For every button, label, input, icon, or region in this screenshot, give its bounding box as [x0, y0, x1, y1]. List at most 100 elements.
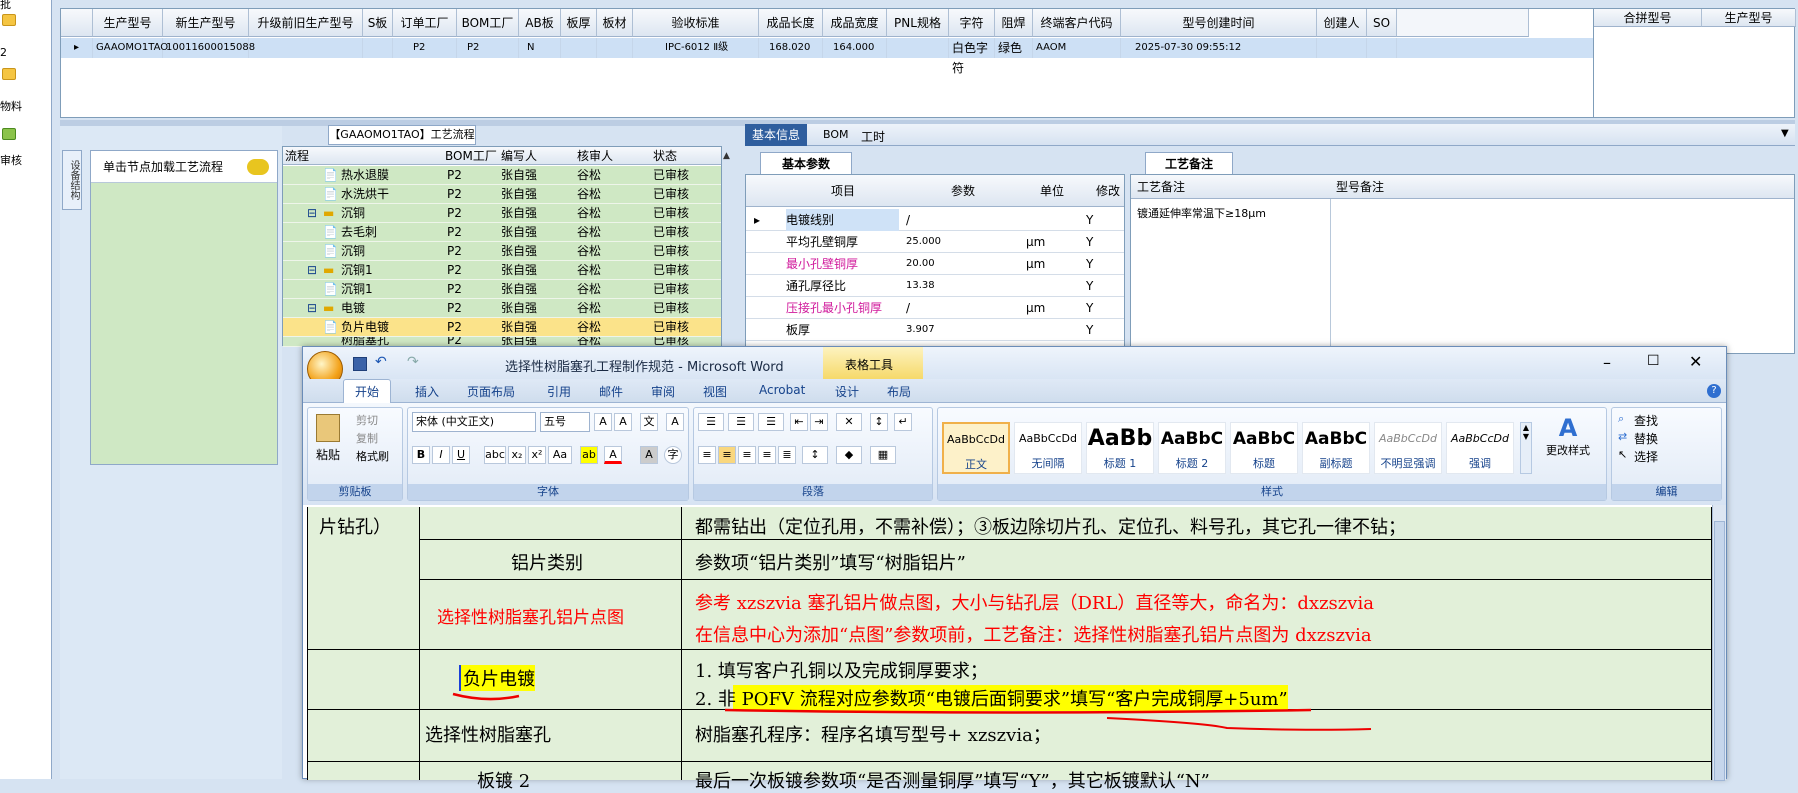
bullets-icon[interactable]: ☰ — [698, 413, 724, 431]
col-header[interactable]: 项目 — [831, 175, 855, 207]
cell[interactable]: AAOM — [1033, 38, 1121, 58]
col-header[interactable]: 参数 — [951, 175, 975, 207]
col-header[interactable]: 创建人 — [1317, 9, 1367, 37]
nav-item[interactable]: 物料 — [0, 98, 22, 114]
font-size-select[interactable]: 五号 — [540, 412, 590, 432]
paste-icon[interactable] — [316, 414, 340, 442]
tab-page-layout[interactable]: 页面布局 — [467, 383, 515, 400]
undo-icon[interactable]: ↶ — [375, 354, 387, 370]
col-header[interactable]: SO — [1367, 9, 1397, 37]
borders-icon[interactable]: ▦ — [870, 446, 896, 464]
col-header[interactable]: 状态 — [653, 147, 677, 165]
change-styles-button[interactable]: A 更改样式 — [1538, 414, 1598, 474]
cell[interactable] — [249, 38, 363, 58]
col-header[interactable]: 生产型号 — [1702, 9, 1796, 27]
show-marks-icon[interactable]: ↵ — [894, 413, 912, 431]
table-row[interactable]: 最小孔壁铜厚 20.00 μm Y — [746, 253, 1124, 275]
col-header[interactable]: 工艺备注 — [1137, 175, 1185, 199]
col-header[interactable]: 成品宽度 — [823, 9, 887, 37]
col-header[interactable]: PNL规格 — [887, 9, 949, 37]
align-center-icon[interactable]: ≡ — [718, 446, 736, 464]
table-row[interactable]: 板厚 3.907 Y — [746, 319, 1124, 341]
side-tab[interactable]: 设备结构 — [62, 150, 82, 210]
distribute-icon[interactable]: ≣ — [778, 446, 796, 464]
col-header[interactable]: 单位 — [1040, 175, 1064, 207]
cell[interactable]: 164.000 — [823, 38, 887, 58]
tab-references[interactable]: 引用 — [547, 383, 571, 400]
cell[interactable]: 白色字符 — [949, 38, 995, 75]
nav-item[interactable]: 审核 — [0, 152, 22, 168]
cell[interactable]: N — [519, 38, 561, 58]
save-icon[interactable] — [353, 357, 367, 371]
table-row[interactable]: 压接孔最小孔铜厚 / μm Y — [746, 297, 1124, 319]
bold-icon[interactable]: B — [412, 446, 430, 464]
style-emphasis[interactable]: AaBbCcDd 强调 — [1446, 422, 1514, 474]
format-painter-button[interactable]: 格式刷 — [356, 448, 389, 464]
justify-icon[interactable]: ≡ — [758, 446, 776, 464]
tree-row[interactable]: 📄 去毛刺 P2 张自强 谷松 已审核 — [283, 223, 721, 242]
style-subtitle[interactable]: AaBbC 副标题 — [1302, 422, 1370, 474]
col-header[interactable]: 流程 — [285, 147, 309, 165]
tab-home[interactable]: 开始 — [355, 383, 379, 400]
tree-row-selected[interactable]: 📄 负片电镀 P2 张自强 谷松 已审核 — [283, 318, 721, 337]
tab-acrobat[interactable]: Acrobat — [759, 383, 805, 397]
col-header[interactable]: 编写人 — [501, 147, 537, 165]
scroll-up-icon[interactable]: ▲ — [723, 147, 730, 165]
char-border-icon[interactable]: A — [666, 413, 684, 431]
col-header[interactable]: 型号创建时间 — [1121, 9, 1317, 37]
tab-layout[interactable]: 布局 — [887, 383, 911, 400]
tab-process-remark[interactable]: 工艺备注 — [1145, 152, 1233, 174]
style-normal[interactable]: AaBbCcDd 正文 — [942, 422, 1010, 474]
cell[interactable]: 2025-07-30 09:55:12 — [1121, 38, 1317, 58]
col-header[interactable]: 板材 — [597, 9, 633, 37]
char-shading-icon[interactable]: A — [640, 446, 658, 464]
strikethrough-icon[interactable]: abc — [484, 446, 506, 464]
tab-hours[interactable]: 工时 — [861, 128, 885, 145]
tree-row[interactable]: ⊟ ▬ 沉铜1 P2 张自强 谷松 已审核 — [283, 261, 721, 280]
style-heading-2[interactable]: AaBbC 标题 2 — [1158, 422, 1226, 474]
font-name-select[interactable]: 宋体 (中文正文) — [412, 412, 536, 432]
shrink-font-icon[interactable]: A — [614, 413, 632, 431]
table-row[interactable]: 平均孔壁铜厚 25.000 μm Y — [746, 231, 1124, 253]
col-header[interactable]: 阻焊 — [995, 9, 1033, 37]
col-header[interactable]: S板 — [363, 9, 393, 37]
phonetic-icon[interactable]: 文 — [640, 413, 658, 431]
remark-text[interactable]: 镀通延伸率常温下≥18μm — [1137, 205, 1266, 221]
tab-review[interactable]: 审阅 — [651, 383, 675, 400]
col-header[interactable]: 终端客户代码 — [1033, 9, 1121, 37]
cell[interactable]: GAAOMO1TAO — [93, 38, 168, 58]
increase-indent-icon[interactable]: ⇥ — [810, 413, 828, 431]
maximize-icon[interactable]: ☐ — [1647, 353, 1660, 369]
cell[interactable] — [363, 38, 393, 58]
cell[interactable] — [561, 38, 597, 58]
tab-insert[interactable]: 插入 — [415, 383, 439, 400]
align-left-icon[interactable]: ≡ — [698, 446, 716, 464]
dropdown-icon[interactable]: ▼ — [1781, 128, 1789, 139]
col-header[interactable]: AB板 — [519, 9, 561, 37]
tree-row[interactable]: ⊟ ▬ 沉铜 P2 张自强 谷松 已审核 — [283, 204, 721, 223]
tab-design[interactable]: 设计 — [835, 383, 859, 400]
numbering-icon[interactable]: ☰ — [728, 413, 754, 431]
cell[interactable] — [1367, 38, 1397, 58]
nav-item[interactable]: 批 — [0, 0, 11, 12]
minimize-icon[interactable]: – — [1603, 353, 1611, 372]
col-header[interactable]: 生产型号 — [93, 9, 163, 37]
table-row[interactable]: ▸ GAAOMO1TAO 10011600015088 P2 P2 N IPC-… — [61, 38, 1593, 75]
col-header[interactable]: 字符 — [949, 9, 995, 37]
tab-basic-params[interactable]: 基本参数 — [760, 152, 852, 174]
multilevel-icon[interactable]: ☰ — [758, 413, 784, 431]
tab-basic-info[interactable]: 基本信息 — [745, 124, 807, 146]
shading-icon[interactable]: ◆ — [836, 446, 862, 464]
redo-icon[interactable]: ↷ — [407, 354, 419, 370]
document-area[interactable]: 片钻孔） 都需钻出（定位孔用，不需补偿）；③板边除切片孔、定位孔、料号孔，其它孔… — [307, 507, 1712, 792]
styles-scroll[interactable]: ▲ ▼ — [1520, 422, 1532, 474]
asian-layout-icon[interactable]: ✕ — [836, 413, 862, 431]
superscript-icon[interactable]: x² — [528, 446, 546, 464]
grow-font-icon[interactable]: A — [594, 413, 612, 431]
italic-icon[interactable]: I — [432, 446, 450, 464]
find-button[interactable]: 查找 — [1634, 412, 1658, 429]
table-row[interactable]: 通孔厚径比 13.38 Y — [746, 275, 1124, 297]
style-heading-1[interactable]: AaBb 标题 1 — [1086, 422, 1154, 474]
tree-row[interactable]: 📄 热水退膜 P2 张自强 谷松 已审核 — [283, 166, 721, 185]
process-tab[interactable]: 【GAAOMO1TAO】工艺流程 — [328, 125, 476, 145]
